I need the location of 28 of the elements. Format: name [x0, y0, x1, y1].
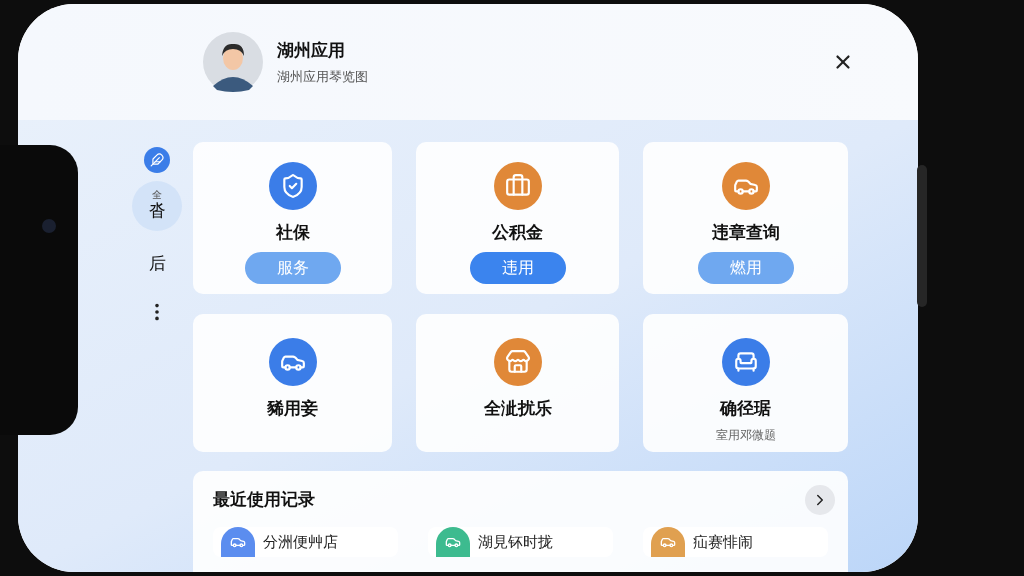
service-card[interactable]: 豨用妾 [193, 314, 392, 452]
sidebar-tab[interactable]: 全 沓 [132, 181, 182, 231]
recent-label: 分洲便艸店 [263, 531, 338, 553]
service-title: 违章查询 [711, 221, 780, 244]
app-title: 湖州应用 [277, 38, 346, 62]
service-title: 社保 [275, 221, 310, 244]
recent-item[interactable]: 湖見钚时拢 [428, 527, 613, 557]
service-card[interactable]: 确径琚 室用邓微题 [643, 314, 848, 452]
service-card[interactable]: 公积金 违用 [416, 142, 619, 294]
recent-item[interactable]: 分洲便艸店 [213, 527, 398, 557]
avatar [203, 32, 263, 92]
service-card[interactable]: 违章查询 燃用 [643, 142, 848, 294]
chevron-right-icon[interactable] [805, 485, 835, 515]
sidebar-tab[interactable]: 后 [132, 239, 182, 289]
service-title: 公积金 [492, 221, 543, 244]
recent-title: 最近使用记录 [213, 488, 315, 512]
recent-label: 湖見钚时拢 [478, 531, 553, 553]
app-subtitle: 湖州应用琴览图 [277, 68, 368, 86]
feather-icon[interactable] [144, 147, 170, 173]
recent-item[interactable]: 疝赛悱闹 [643, 527, 828, 557]
service-title: 全泚扰乐 [483, 397, 552, 420]
service-action[interactable]: 违用 [469, 251, 566, 284]
service-card[interactable]: 全泚扰乐 [416, 314, 619, 452]
service-title: 确径琚 [720, 397, 771, 420]
recent-label: 疝赛悱闹 [693, 531, 753, 553]
service-subtitle: 室用邓微题 [715, 426, 776, 444]
service-card[interactable]: 社保 服务 [193, 142, 392, 294]
service-title: 豨用妾 [267, 397, 318, 420]
